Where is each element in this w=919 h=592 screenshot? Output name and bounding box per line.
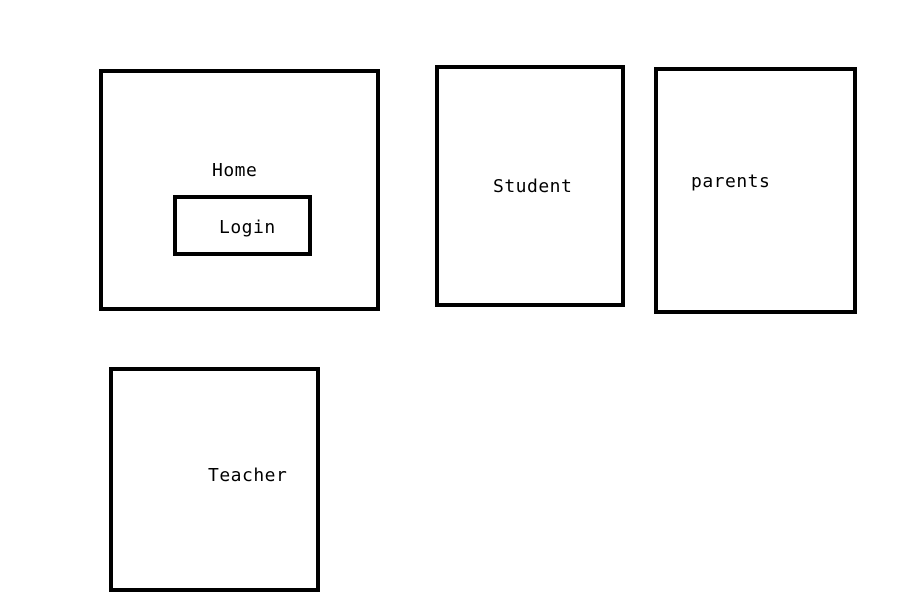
parents-title: parents: [691, 171, 771, 192]
home-page-box: [99, 69, 380, 311]
student-title: Student: [493, 176, 573, 197]
teacher-title: Teacher: [208, 465, 288, 486]
login-button-label[interactable]: Login: [219, 218, 276, 238]
home-title: Home: [212, 160, 258, 181]
